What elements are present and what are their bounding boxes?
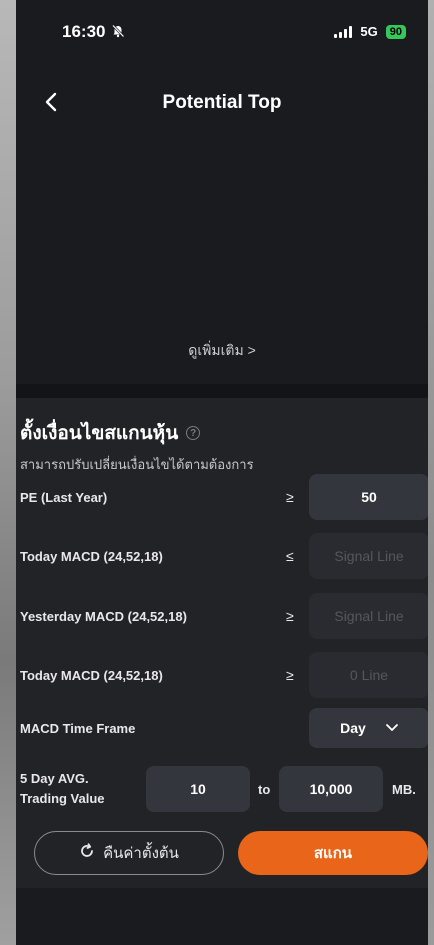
trading-from-input[interactable]: 10 — [146, 766, 250, 812]
unit-label: MB. — [392, 781, 416, 797]
timeframe-select[interactable]: Day — [309, 708, 428, 748]
top-panel: ดูเพิ่มเติม > — [16, 134, 428, 384]
row-label: Today MACD (24,52,18) — [20, 548, 163, 564]
row-operator[interactable]: ≤ — [286, 548, 294, 564]
status-time: 16:30 — [62, 22, 125, 42]
row-label: MACD Time Frame — [20, 720, 136, 736]
reset-label: คืนค่าตั้งต้น — [103, 845, 179, 862]
time-text: 16:30 — [62, 22, 106, 41]
timeframe-value: Day — [340, 720, 366, 736]
page-title: Potential Top — [162, 92, 282, 113]
trading-label-line1: 5 Day AVG. — [20, 771, 89, 786]
row-label: Yesterday MACD (24,52,18) — [20, 608, 187, 624]
network-label: 5G — [360, 24, 378, 39]
row-operator[interactable]: ≥ — [286, 608, 294, 624]
trading-label-line2: Trading Value — [20, 791, 105, 806]
filter-row-today-macd-signal: Today MACD (24,52,18) ≤ Signal Line — [16, 533, 428, 579]
filter-panel: ตั้งเงื่อนไขสแกนหุ้น ? สามารถปรับเปลี่ยน… — [16, 398, 428, 938]
trading-to-input[interactable]: 10,000 — [279, 766, 383, 812]
see-more-link[interactable]: ดูเพิ่มเติม > — [16, 340, 428, 362]
section-subtitle: สามารถปรับเปลี่ยนเงื่อนไขได้ตามต้องการ — [20, 457, 254, 472]
trading-value-label: 5 Day AVG. Trading Value — [20, 769, 105, 809]
filter-row-yesterday-macd: Yesterday MACD (24,52,18) ≥ Signal Line — [16, 593, 428, 639]
background-left — [0, 0, 16, 945]
background-right — [428, 0, 434, 945]
help-icon[interactable]: ? — [186, 426, 201, 440]
section-title: ตั้งเงื่อนไขสแกนหุ้น ? — [16, 418, 428, 448]
today-macd-zero-input[interactable]: 0 Line — [309, 652, 428, 698]
status-right: 5G 90 — [334, 24, 406, 39]
filter-row-pe: PE (Last Year) ≥ 50 — [16, 474, 428, 520]
bottom-strip — [16, 888, 428, 945]
row-label: PE (Last Year) — [20, 489, 108, 505]
chevron-down-icon — [385, 721, 398, 735]
scan-button[interactable]: สแกน — [238, 831, 428, 875]
signal-icon — [334, 25, 353, 38]
filter-row-timeframe: MACD Time Frame Day — [16, 708, 428, 748]
row-operator[interactable]: ≥ — [286, 489, 294, 505]
yesterday-macd-input[interactable]: Signal Line — [309, 593, 428, 639]
today-macd-signal-input[interactable]: Signal Line — [309, 533, 428, 579]
status-bar: 16:30 5G 90 — [16, 0, 428, 72]
row-label: Today MACD (24,52,18) — [20, 667, 163, 683]
reset-button[interactable]: คืนค่าตั้งต้น — [34, 831, 224, 875]
range-to-label: to — [258, 781, 271, 797]
filter-row-trading-value: 5 Day AVG. Trading Value 10 to 10,000 MB… — [16, 766, 428, 812]
battery-icon: 90 — [385, 24, 406, 39]
bell-off-icon — [111, 24, 125, 41]
refresh-icon — [79, 842, 95, 864]
section-title-text: ตั้งเงื่อนไขสแกนหุ้น — [20, 423, 179, 444]
section-divider — [16, 384, 428, 398]
row-operator[interactable]: ≥ — [286, 667, 294, 683]
nav-bar: Potential Top — [16, 72, 428, 134]
pe-value-input[interactable]: 50 — [309, 474, 428, 520]
filter-row-today-macd-zero: Today MACD (24,52,18) ≥ 0 Line — [16, 652, 428, 698]
phone-screen: 16:30 5G 90 Potential Top ดูเพิ่มเติม > … — [16, 0, 428, 945]
